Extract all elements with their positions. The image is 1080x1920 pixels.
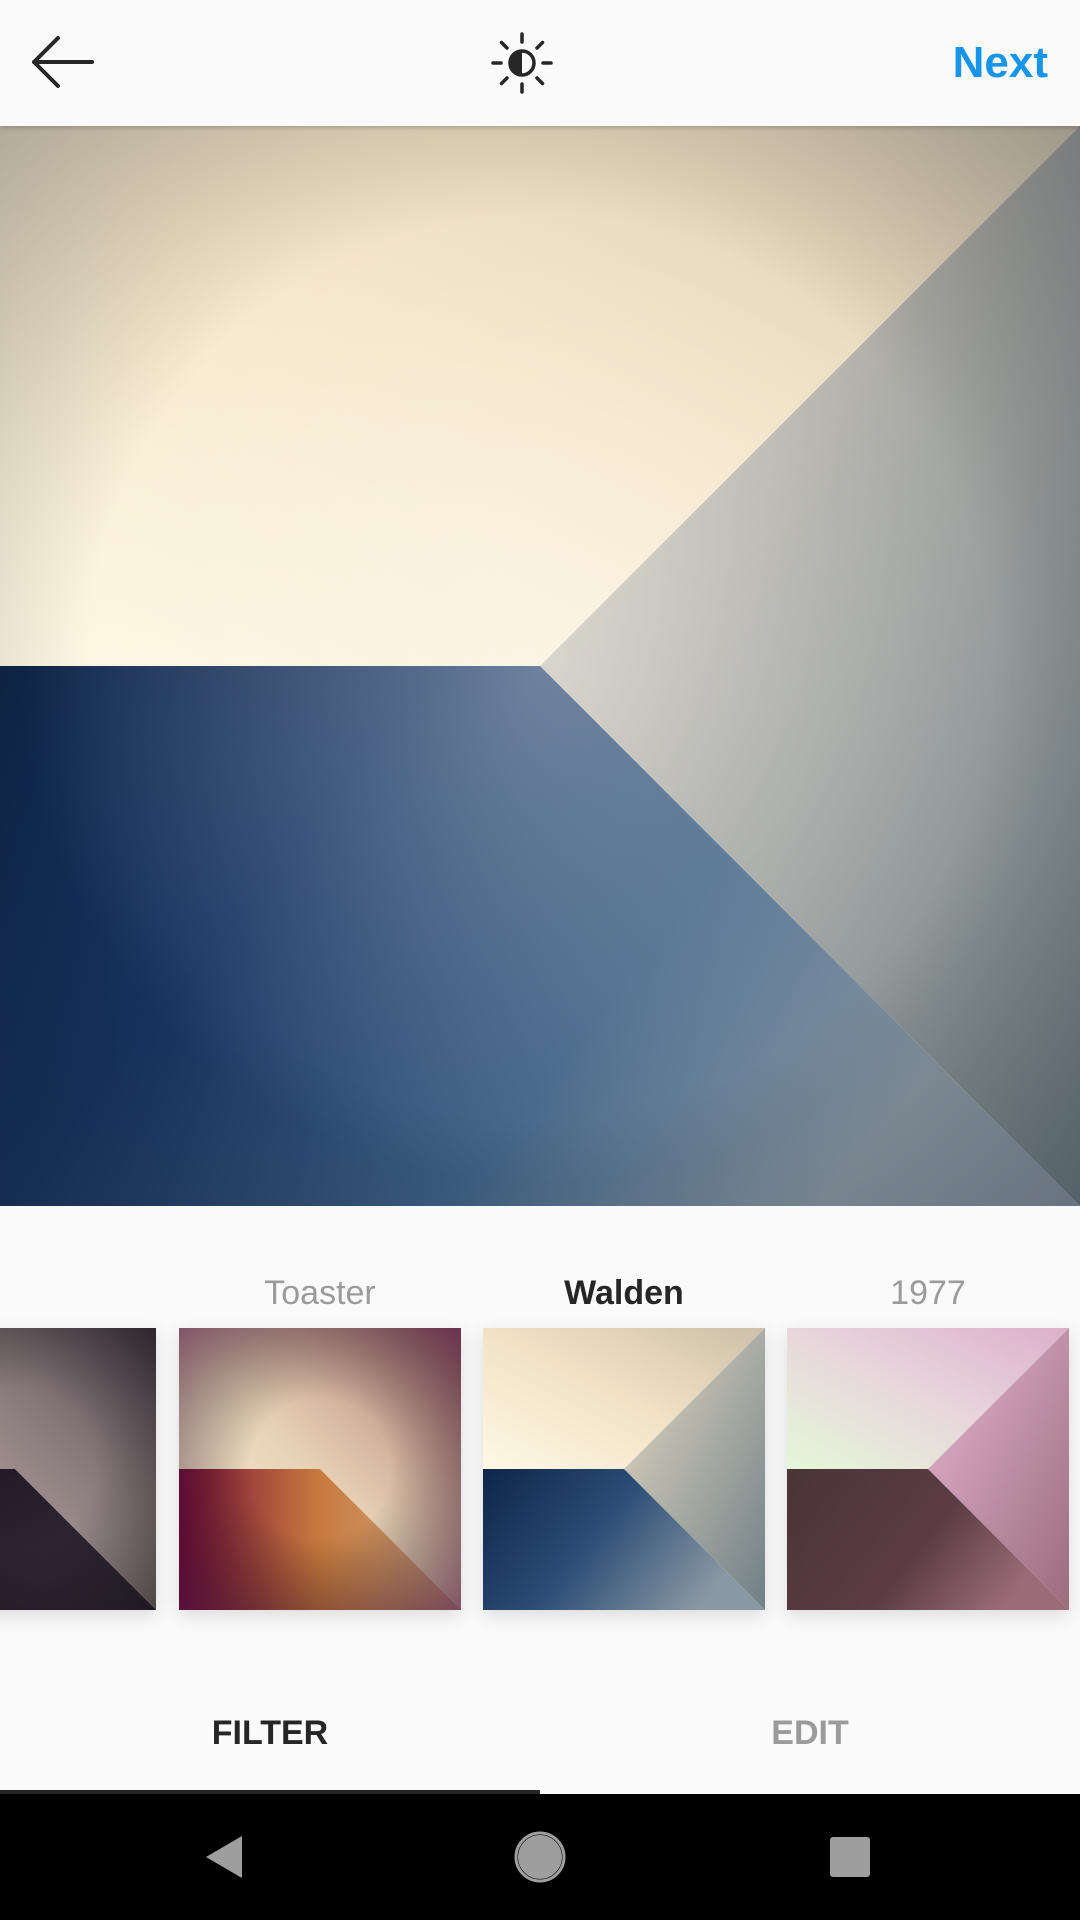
filter-thumbnail xyxy=(483,1328,765,1610)
filter-item-toaster[interactable]: Toaster xyxy=(179,1206,461,1626)
next-button[interactable]: Next xyxy=(953,34,1048,92)
tab-edit-label: EDIT xyxy=(771,1713,849,1752)
system-nav-bar xyxy=(0,1794,1080,1920)
tab-filter[interactable]: FILTER xyxy=(0,1672,540,1794)
filter-edit-tabs: FILTER EDIT xyxy=(0,1672,1080,1794)
filter-thumbnail xyxy=(179,1328,461,1610)
filter-label: Walden xyxy=(564,1274,684,1312)
top-bar: Next xyxy=(0,0,1080,126)
nav-back-icon xyxy=(206,1836,242,1878)
nav-recents-icon xyxy=(830,1837,870,1877)
filter-item-1977[interactable]: 1977 xyxy=(787,1206,1069,1626)
nav-back-button[interactable] xyxy=(180,1822,270,1892)
filter-item-walden[interactable]: Walden xyxy=(483,1206,765,1626)
filter-item-lutro[interactable]: utro xyxy=(0,1206,156,1626)
filter-label: utro xyxy=(0,1270,156,1316)
filter-label: 1977 xyxy=(890,1274,966,1312)
nav-home-icon xyxy=(514,1831,566,1883)
arrow-left-icon xyxy=(32,36,94,88)
filter-thumbnail xyxy=(787,1328,1069,1610)
lux-adjust-button[interactable] xyxy=(480,24,564,102)
filter-thumbnail xyxy=(0,1328,156,1610)
preview-image xyxy=(0,126,1080,1206)
tab-filter-label: FILTER xyxy=(211,1713,329,1752)
filter-strip[interactable]: utro xyxy=(0,1206,1080,1666)
tab-edit[interactable]: EDIT xyxy=(540,1672,1080,1794)
nav-home-button[interactable] xyxy=(495,1822,585,1892)
filter-label: Toaster xyxy=(264,1274,376,1312)
nav-recents-button[interactable] xyxy=(805,1822,895,1892)
lux-brightness-icon xyxy=(491,32,553,94)
photo-preview xyxy=(0,126,1080,1206)
back-button[interactable] xyxy=(18,20,108,104)
photo-filter-screen: Next Toaster Walden 1977 FILTER EDIT xyxy=(0,0,1080,1920)
